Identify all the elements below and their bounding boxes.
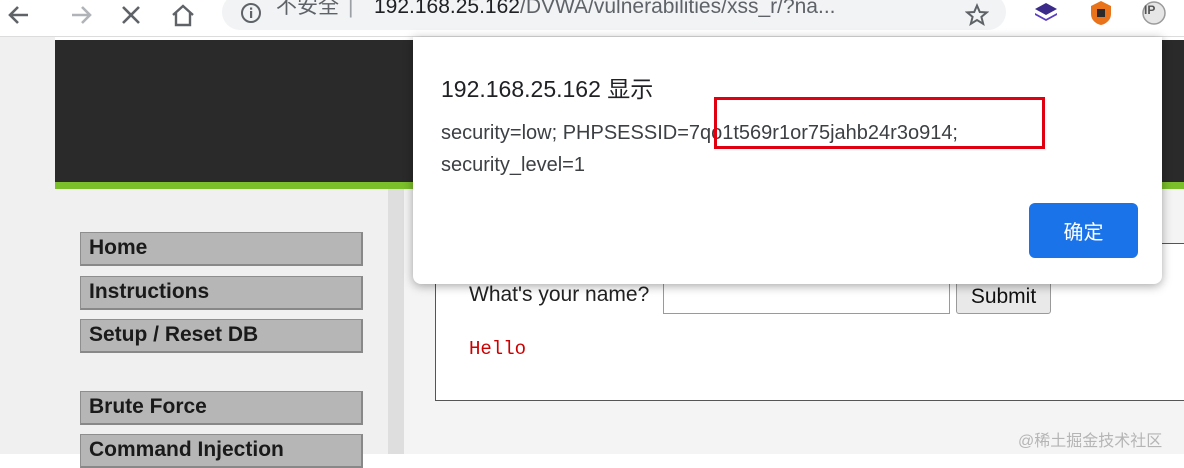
- info-icon: [241, 3, 261, 23]
- sidebar-divider: [388, 189, 404, 454]
- close-icon: [122, 6, 140, 24]
- star-icon: [965, 3, 989, 26]
- dialog-title: 192.168.25.162 显示: [441, 76, 654, 102]
- address-bar[interactable]: 不安全 | 192.168.25.162/DVWA/vulnerabilitie…: [222, 0, 1006, 30]
- watermark: @稀土掘金技术社区: [1018, 433, 1163, 450]
- page-left-margin: [0, 37, 55, 454]
- dialog-message-line-2: security_level=1: [441, 154, 585, 176]
- url-host: 192.168.25.162: [374, 0, 520, 18]
- url-text[interactable]: 192.168.25.162/DVWA/vulnerabilities/xss_…: [374, 0, 836, 22]
- stop-button[interactable]: [112, 0, 150, 30]
- alert-dialog: 192.168.25.162 显示 security=low; PHPSESSI…: [413, 37, 1162, 284]
- shield-icon: [1091, 1, 1111, 25]
- forward-button[interactable]: [62, 0, 100, 30]
- back-arrow-icon: [8, 6, 28, 24]
- sidebar-item-command-injection[interactable]: Command Injection: [80, 434, 363, 468]
- sidebar-item-setup-reset-db[interactable]: Setup / Reset DB: [80, 319, 363, 353]
- address-separator: |: [348, 0, 354, 18]
- sidebar-item-brute-force[interactable]: Brute Force: [80, 391, 363, 425]
- extension-layers-button[interactable]: [1033, 0, 1059, 26]
- name-prompt-label: What's your name?: [469, 283, 650, 306]
- forward-arrow-icon: [72, 6, 92, 24]
- ok-button[interactable]: 确定: [1029, 203, 1138, 258]
- bookmark-button[interactable]: [962, 0, 992, 30]
- sidebar-item-home[interactable]: Home: [80, 232, 363, 266]
- home-button[interactable]: [164, 0, 202, 30]
- session-id-highlight: [714, 97, 1045, 149]
- browser-toolbar: 不安全 | 192.168.25.162/DVWA/vulnerabilitie…: [0, 0, 1184, 37]
- home-icon: [172, 4, 194, 27]
- sidebar-item-instructions[interactable]: Instructions: [80, 276, 363, 310]
- url-path: /DVWA/vulnerabilities/xss_r/?na...: [519, 0, 836, 18]
- extension-ip-button[interactable]: IP: [1140, 0, 1168, 26]
- layers-icon: [1035, 3, 1057, 21]
- extension-ip-label: IP: [1144, 3, 1156, 17]
- name-input[interactable]: [663, 280, 950, 314]
- extension-shield-button[interactable]: [1088, 0, 1114, 26]
- reflected-output: Hello: [469, 338, 527, 360]
- back-button[interactable]: [0, 0, 38, 30]
- submit-button[interactable]: Submit: [956, 280, 1051, 314]
- security-status-label: 不安全: [276, 0, 339, 18]
